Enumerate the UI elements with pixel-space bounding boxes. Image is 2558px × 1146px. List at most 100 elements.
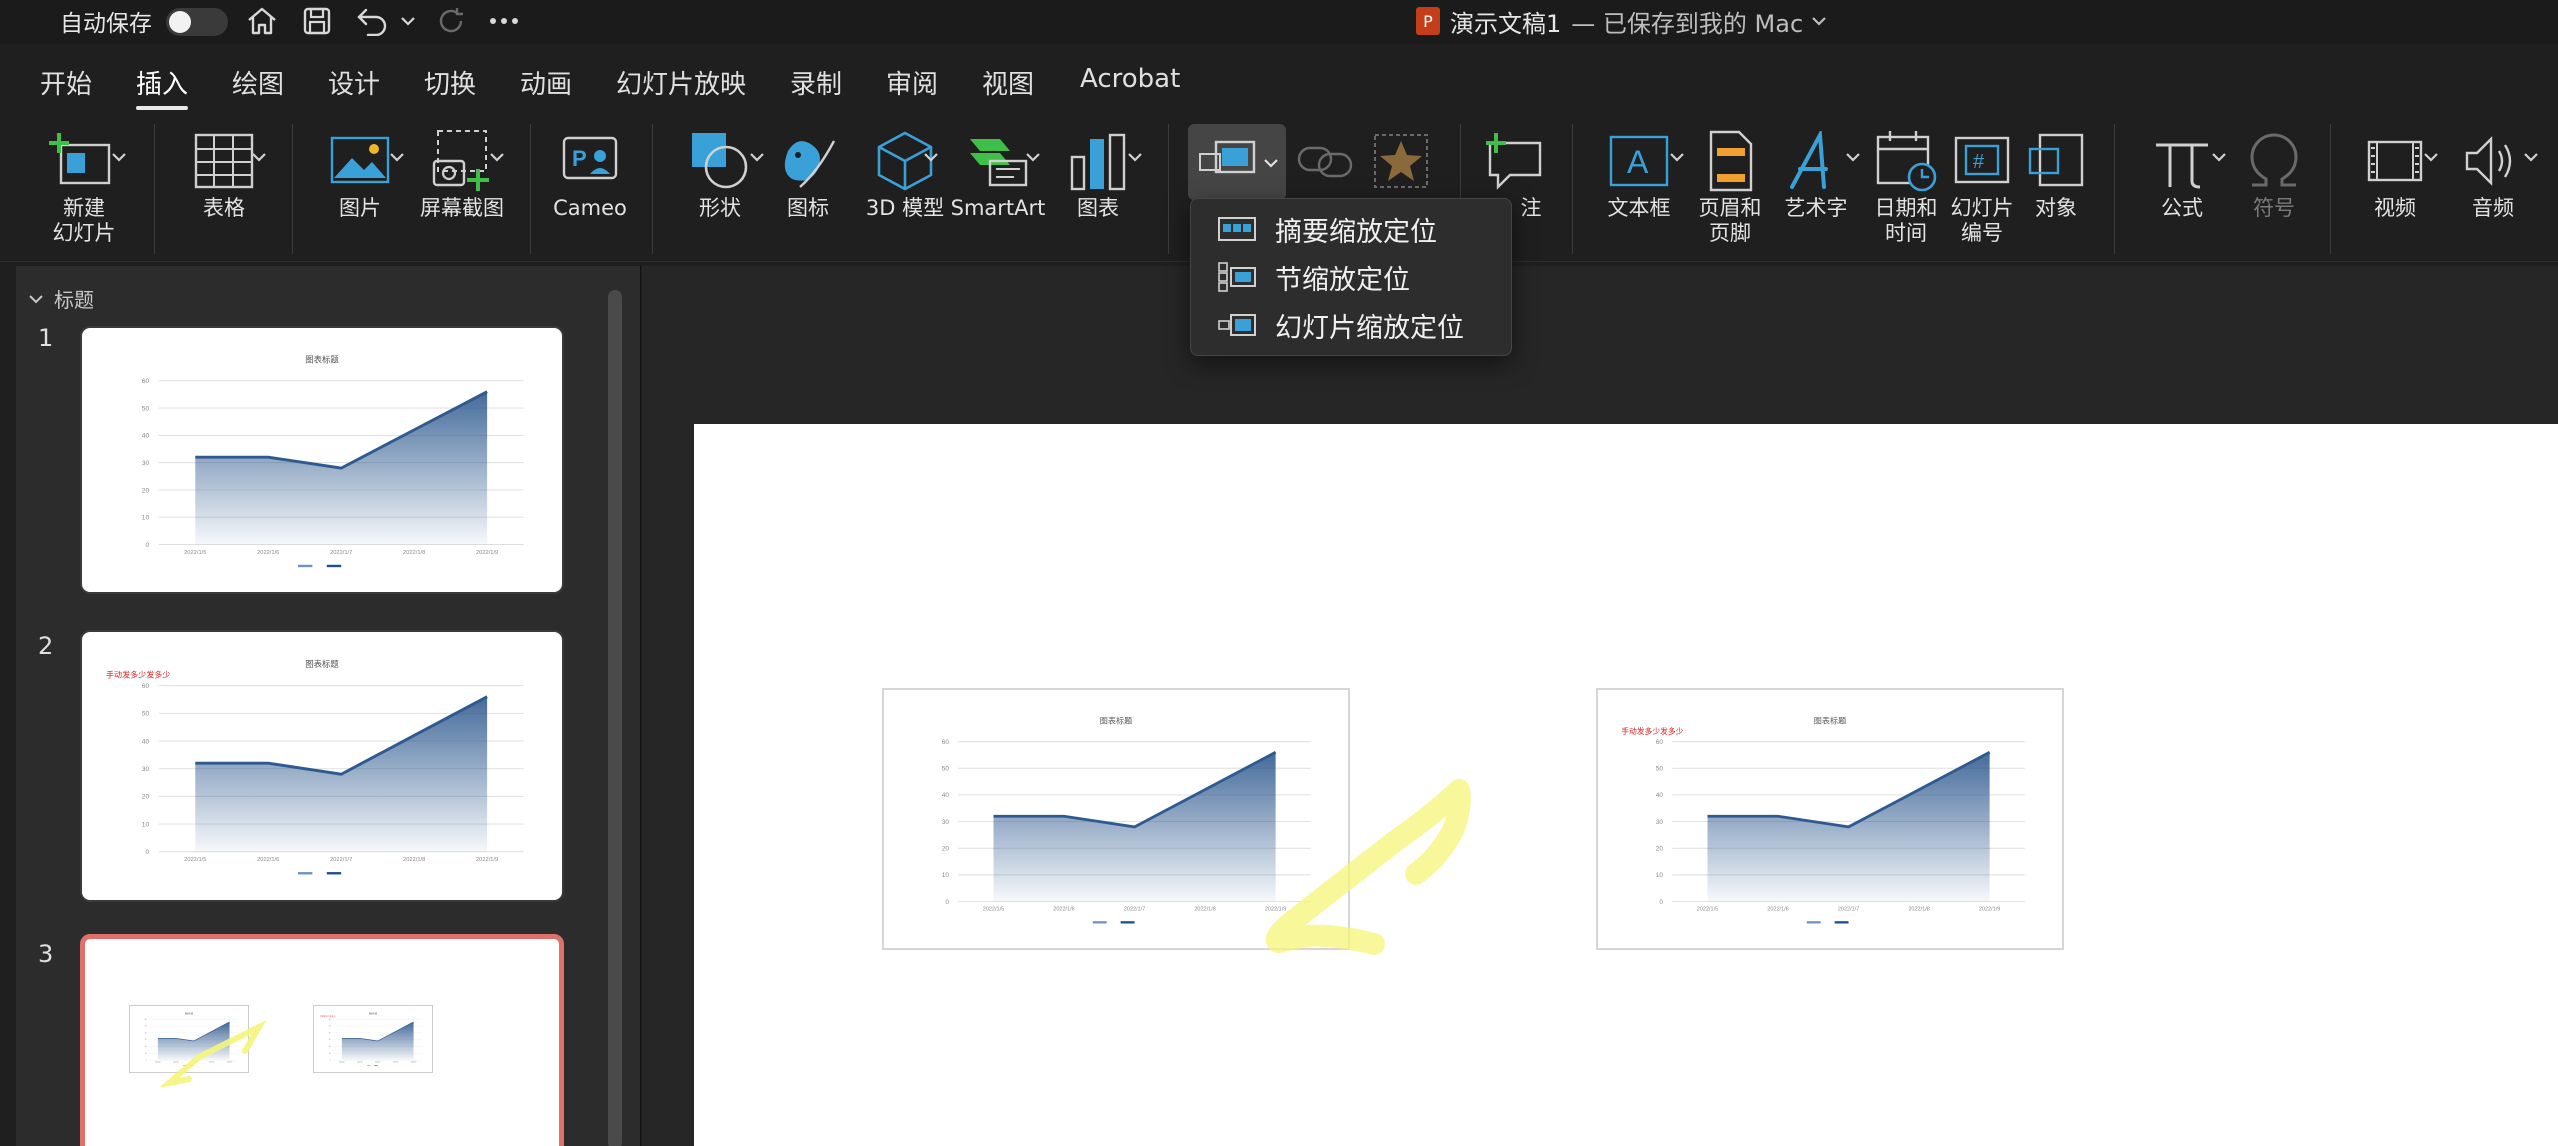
chart-button[interactable]: 图表	[1058, 126, 1138, 221]
pi-icon	[2152, 126, 2212, 196]
tab-record[interactable]: 录制	[790, 64, 842, 104]
new-slide-button[interactable]: 新建 幻灯片	[40, 126, 128, 246]
y-tick-label: 10	[942, 872, 950, 879]
object-button[interactable]: 对象	[2016, 126, 2096, 221]
tab-transitions[interactable]: 切换	[424, 64, 476, 104]
slide-thumbnail-2[interactable]: 图表标题 手动发多少发多少 0 10 20 30 40 50 60 2022/1/5 2022/1/…	[80, 630, 564, 902]
slide-number-icon: #	[1952, 126, 2012, 196]
tab-insert[interactable]: 插入	[136, 64, 189, 110]
zoom-button[interactable]	[1188, 124, 1286, 200]
annotation-text: 手动发多少发多少	[106, 670, 170, 680]
y-tick-label: 10	[142, 515, 150, 522]
document-title[interactable]: P 演示文稿1 — 已保存到我的 Mac	[1416, 6, 1827, 38]
3d-models-button[interactable]: 3D 模型	[850, 126, 960, 221]
thumbnail-scrollbar[interactable]	[608, 290, 622, 1146]
textbox-button[interactable]: A 文本框	[1594, 126, 1684, 221]
tab-acrobat[interactable]: Acrobat	[1080, 64, 1180, 104]
picture-chevron-down-icon[interactable]	[390, 152, 404, 162]
svg-text:A: A	[1627, 144, 1649, 180]
audio-chevron-down-icon[interactable]	[2524, 152, 2538, 162]
area-chart: 图表标题手动发多少发多少 0 10 20 30 40 50 60 2022/1/5 2022/1/…	[1621, 716, 2025, 924]
x-tick-label: 2022/1/8	[1908, 907, 1929, 913]
shapes-chevron-down-icon[interactable]	[750, 152, 764, 162]
smartart-icon	[966, 126, 1030, 196]
annotation-text: 手动发多少发多少	[1621, 726, 1683, 736]
link-icon	[1295, 126, 1355, 196]
slide-thumbnail-pane: 标题 1 图表标题 0 10 20 30 40 50 60 2022/1/5 2022/1/6 20…	[16, 266, 640, 1146]
new-slide-icon	[49, 126, 119, 196]
svg-text:P: P	[572, 146, 587, 171]
action-button[interactable]	[1366, 126, 1436, 196]
slide-thumbnail-1[interactable]: 图表标题 0 10 20 30 40 50 60 2022/1/5 2022/1/6 2022/1/…	[80, 326, 564, 594]
picture-button[interactable]: 图片	[316, 126, 404, 221]
equation-button[interactable]: 公式	[2138, 126, 2226, 221]
tab-slideshow[interactable]: 幻灯片放映	[616, 64, 746, 104]
wordart-button[interactable]: 艺术字	[1776, 126, 1856, 221]
summary-zoom-item[interactable]: 摘要缩放定位	[1191, 205, 1511, 253]
smartart-button[interactable]: SmartArt	[950, 126, 1046, 221]
section-header[interactable]: 标题	[28, 284, 94, 313]
slide-zoom-right[interactable]: 图表标题 手动发多少发多少 0 10 20 30 40 50 60 2022/1/5 2022/1/…	[1596, 688, 2064, 950]
section-zoom-item[interactable]: 节缩放定位	[1191, 253, 1511, 301]
date-time-button[interactable]: 日期和 时间	[1866, 126, 1946, 246]
table-button[interactable]: 表格	[180, 126, 268, 221]
tab-design[interactable]: 设计	[328, 64, 380, 104]
symbol-button[interactable]: 符号	[2234, 126, 2314, 221]
omega-icon	[2246, 126, 2302, 196]
x-tick-label: 2022/1/5	[983, 907, 1004, 913]
x-tick-label: 2022/1/8	[393, 1061, 399, 1063]
icons-button[interactable]: 图标	[772, 126, 844, 221]
slide[interactable]: 图表标题 0 10 20 30 40 50 60 2022/1/5 2022/1/6 2022/1/…	[694, 424, 2558, 1146]
video-button[interactable]: 视频	[2350, 126, 2440, 221]
audio-button[interactable]: 音频	[2448, 126, 2538, 221]
y-tick-label: 40	[942, 792, 950, 799]
home-icon[interactable]	[246, 6, 278, 36]
chart-chevron-down-icon[interactable]	[1128, 152, 1142, 162]
shapes-icon	[688, 126, 752, 196]
tab-draw[interactable]: 绘图	[232, 64, 284, 104]
smartart-chevron-down-icon[interactable]	[1026, 152, 1040, 162]
slide-thumbnail-3[interactable]: 图表标题 0 10 20 30 40 50 60 2022/1/5 2022/1/6 2022/1/…	[80, 934, 564, 1146]
cameo-icon: P	[560, 126, 620, 196]
equation-chevron-down-icon[interactable]	[2212, 152, 2226, 162]
y-tick-label: 60	[142, 378, 150, 385]
tab-home[interactable]: 开始	[40, 64, 92, 104]
save-icon[interactable]	[302, 6, 332, 36]
video-chevron-down-icon[interactable]	[2424, 152, 2438, 162]
undo-icon[interactable]	[356, 6, 390, 36]
y-tick-label: 10	[1656, 872, 1664, 879]
cameo-button[interactable]: P Cameo	[550, 126, 630, 221]
wordart-chevron-down-icon[interactable]	[1846, 152, 1860, 162]
ribbon-tabs: 开始 插入 绘图 设计 切换 动画 幻灯片放映 录制 审阅 视图 Acrobat	[0, 56, 2558, 110]
y-tick-label: 30	[942, 819, 950, 826]
textbox-chevron-down-icon[interactable]	[1670, 152, 1684, 162]
slide-zoom-item[interactable]: 幻灯片缩放定位	[1191, 301, 1511, 349]
more-options-icon[interactable]	[488, 6, 520, 36]
y-tick-label: 50	[142, 711, 150, 718]
y-tick-label: 50	[1656, 766, 1664, 773]
header-footer-button[interactable]: 页眉和 页脚	[1690, 126, 1770, 246]
redo-icon[interactable]	[436, 6, 466, 36]
header-footer-icon	[1705, 126, 1755, 196]
speaker-icon	[2463, 126, 2523, 196]
x-tick-label: 2022/1/9	[1979, 907, 2000, 913]
y-tick-label: 60	[1656, 739, 1664, 746]
autosave-toggle[interactable]	[166, 8, 228, 36]
table-chevron-down-icon[interactable]	[252, 152, 266, 162]
y-tick-label: 60	[942, 739, 950, 746]
tab-review[interactable]: 审阅	[886, 64, 938, 104]
new-slide-chevron-down-icon[interactable]	[112, 152, 126, 162]
x-tick-label: 2022/1/9	[411, 1061, 417, 1063]
3d-models-chevron-down-icon[interactable]	[924, 152, 938, 162]
screenshot-chevron-down-icon[interactable]	[490, 152, 504, 162]
tab-view[interactable]: 视图	[982, 64, 1034, 104]
undo-dropdown-chevron-icon[interactable]	[400, 6, 416, 36]
tab-animations[interactable]: 动画	[520, 64, 572, 104]
calendar-clock-icon	[1874, 126, 1938, 196]
shapes-button[interactable]: 形状	[676, 126, 764, 221]
slide-number-button[interactable]: # 幻灯片 编号	[1942, 126, 2022, 246]
x-tick-label: 2022/1/7	[1124, 907, 1145, 913]
screenshot-button[interactable]: 屏幕截图	[414, 126, 510, 221]
highlighter-stroke[interactable]	[1214, 724, 1474, 964]
link-button[interactable]	[1290, 126, 1360, 196]
